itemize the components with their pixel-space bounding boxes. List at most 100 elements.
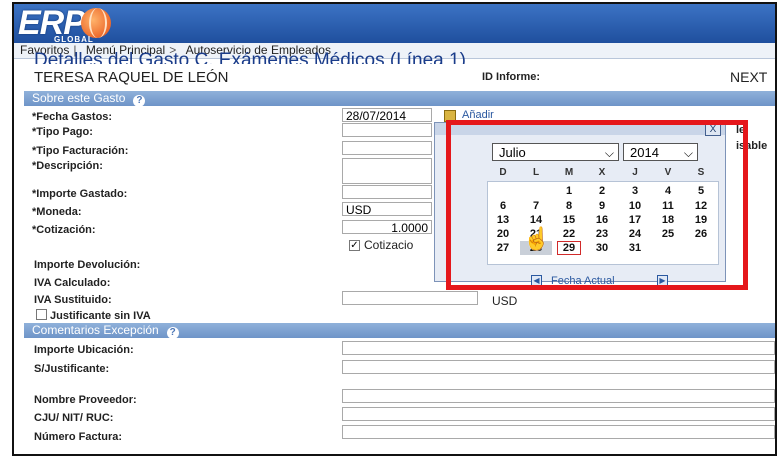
- add-link[interactable]: Añadir: [462, 109, 494, 121]
- calendar-day[interactable]: 17: [619, 214, 651, 226]
- justificante-label: Justificante sin IVA: [50, 310, 151, 322]
- cotizacion-input[interactable]: 1.0000: [342, 220, 432, 234]
- calendar-day[interactable]: 14: [520, 214, 552, 226]
- importe-gastado-input[interactable]: [342, 185, 432, 199]
- id-informe-label: ID Informe:: [482, 71, 541, 83]
- app-window: ERP GLOBAL Favoritos | Menú Principal > Au…: [12, 2, 777, 456]
- weekday-header: X: [598, 167, 606, 178]
- calendar-day[interactable]: 19: [685, 214, 717, 226]
- calendar-day[interactable]: 9: [586, 200, 618, 212]
- right-partial-label-2: isable: [736, 140, 768, 152]
- globe-icon: [80, 8, 111, 38]
- weekday-header: L: [532, 167, 540, 178]
- cotizacion-check-label: Cotizacio: [364, 238, 414, 252]
- tipo-pago-select[interactable]: [342, 123, 432, 137]
- moneda-label: *Moneda:: [32, 206, 82, 218]
- employee-name: TERESA RAQUEL DE LEÓN: [34, 69, 229, 86]
- calendar-day[interactable]: 30: [586, 242, 618, 254]
- chevron-down-icon: ⌵: [683, 146, 693, 160]
- fecha-input[interactable]: 28/07/2014: [342, 108, 432, 122]
- calendar-day[interactable]: 18: [652, 214, 684, 226]
- cju-input[interactable]: [342, 407, 775, 421]
- weekday-header: M: [564, 167, 574, 178]
- numero-factura-input[interactable]: [342, 425, 775, 439]
- iva-sustituido-input[interactable]: [342, 291, 478, 305]
- next-month-button[interactable]: ▶: [657, 275, 668, 286]
- calendar-day[interactable]: 5: [685, 185, 717, 197]
- descripcion-textarea[interactable]: [342, 158, 432, 184]
- tipo-facturacion-label: *Tipo Facturación:: [32, 145, 129, 157]
- current-date-link[interactable]: Fecha Actual: [551, 275, 615, 287]
- nombre-proveedor-label: Nombre Proveedor:: [34, 394, 137, 406]
- date-picker-popup: X Julio ⌵ 2014 ⌵ D L M X J V S 1 2 3 4 5…: [434, 122, 726, 287]
- calendar-day[interactable]: 23: [586, 228, 618, 240]
- sjustificante-label: S/Justificante:: [34, 363, 110, 375]
- sjustificante-input[interactable]: [342, 360, 775, 374]
- chevron-down-icon: ⌵: [604, 146, 614, 160]
- cotizacion-checkbox[interactable]: ✓: [349, 240, 360, 251]
- calendar-day[interactable]: 16: [586, 214, 618, 226]
- weekday-header: D: [499, 167, 507, 178]
- erp-logo: ERP GLOBAL: [18, 4, 111, 44]
- section-about-label: Sobre este Gasto: [32, 91, 126, 105]
- month-select[interactable]: Julio ⌵: [492, 143, 619, 161]
- year-value: 2014: [630, 145, 659, 160]
- iva-calculado-label: IVA Calculado:: [34, 277, 111, 289]
- calendar-day[interactable]: 22: [553, 228, 585, 240]
- numero-factura-label: Número Factura:: [34, 431, 123, 443]
- weekday-header: J: [632, 167, 638, 178]
- close-icon[interactable]: X: [705, 124, 721, 136]
- calendar-day[interactable]: 25: [652, 228, 684, 240]
- calendar-day[interactable]: 27: [487, 242, 519, 254]
- calendar-day[interactable]: 2: [586, 185, 618, 197]
- calendar-day[interactable]: 26: [685, 228, 717, 240]
- tipo-facturacion-select[interactable]: [342, 141, 432, 155]
- calendar-day[interactable]: 10: [619, 200, 651, 212]
- calendar-day[interactable]: 13: [487, 214, 519, 226]
- iva-sustituido-currency: USD: [492, 294, 518, 308]
- right-partial-label-1: le: [736, 124, 746, 136]
- calendar-day-today[interactable]: 29: [557, 241, 581, 255]
- prev-month-button[interactable]: ◀: [531, 275, 542, 286]
- tipo-pago-label: *Tipo Pago:: [32, 126, 93, 138]
- importe-devolucion-label: Importe Devolución:: [34, 259, 141, 271]
- importe-ubicacion-input[interactable]: [342, 341, 775, 355]
- calendar-day[interactable]: 31: [619, 242, 651, 254]
- help-icon[interactable]: ?: [166, 327, 179, 339]
- section-comentarios-label: Comentarios Excepción: [32, 323, 159, 337]
- calendar-day[interactable]: 4: [652, 185, 684, 197]
- calendar-day[interactable]: 8: [553, 200, 585, 212]
- app-header: ERP GLOBAL: [14, 4, 775, 44]
- help-icon[interactable]: ?: [133, 95, 146, 107]
- calendar-day[interactable]: 20: [487, 228, 519, 240]
- year-select[interactable]: 2014 ⌵: [623, 143, 698, 161]
- section-comentarios[interactable]: Comentarios Excepción?: [24, 323, 775, 339]
- month-value: Julio: [499, 145, 526, 160]
- importe-gastado-label: *Importe Gastado:: [32, 188, 128, 200]
- section-about[interactable]: Sobre este Gasto?: [24, 91, 775, 107]
- weekday-header: S: [697, 167, 705, 178]
- calendar-day[interactable]: 1: [553, 185, 585, 197]
- cju-label: CJU/ NIT/ RUC:: [34, 412, 114, 424]
- calendar-day[interactable]: 3: [619, 185, 651, 197]
- descripcion-label: *Descripción:: [32, 160, 103, 172]
- justificante-checkbox[interactable]: [36, 309, 47, 320]
- calendar-day[interactable]: 12: [685, 200, 717, 212]
- fecha-label: *Fecha Gastos:: [32, 111, 113, 123]
- importe-ubicacion-label: Importe Ubicación:: [34, 344, 134, 356]
- page-title: Detalles del Gasto C. Exámenes Médicos (…: [34, 52, 466, 64]
- iva-sustituido-label: IVA Sustituido:: [34, 294, 112, 306]
- cotizacion-label: *Cotización:: [32, 224, 96, 236]
- next-value: NEXT: [730, 69, 768, 85]
- moneda-input[interactable]: USD: [342, 202, 432, 216]
- calendar-day[interactable]: 6: [487, 200, 519, 212]
- calendar-day[interactable]: 15: [553, 214, 585, 226]
- nombre-proveedor-input[interactable]: [342, 389, 775, 403]
- logo-text: ERP: [18, 4, 86, 42]
- calendar-day[interactable]: 24: [619, 228, 651, 240]
- calendar-day[interactable]: 11: [652, 200, 684, 212]
- calendar-icon[interactable]: [444, 110, 456, 122]
- hand-pointer-icon: ☝: [523, 226, 551, 251]
- popup-header: [435, 123, 725, 135]
- calendar-day[interactable]: 7: [520, 200, 552, 212]
